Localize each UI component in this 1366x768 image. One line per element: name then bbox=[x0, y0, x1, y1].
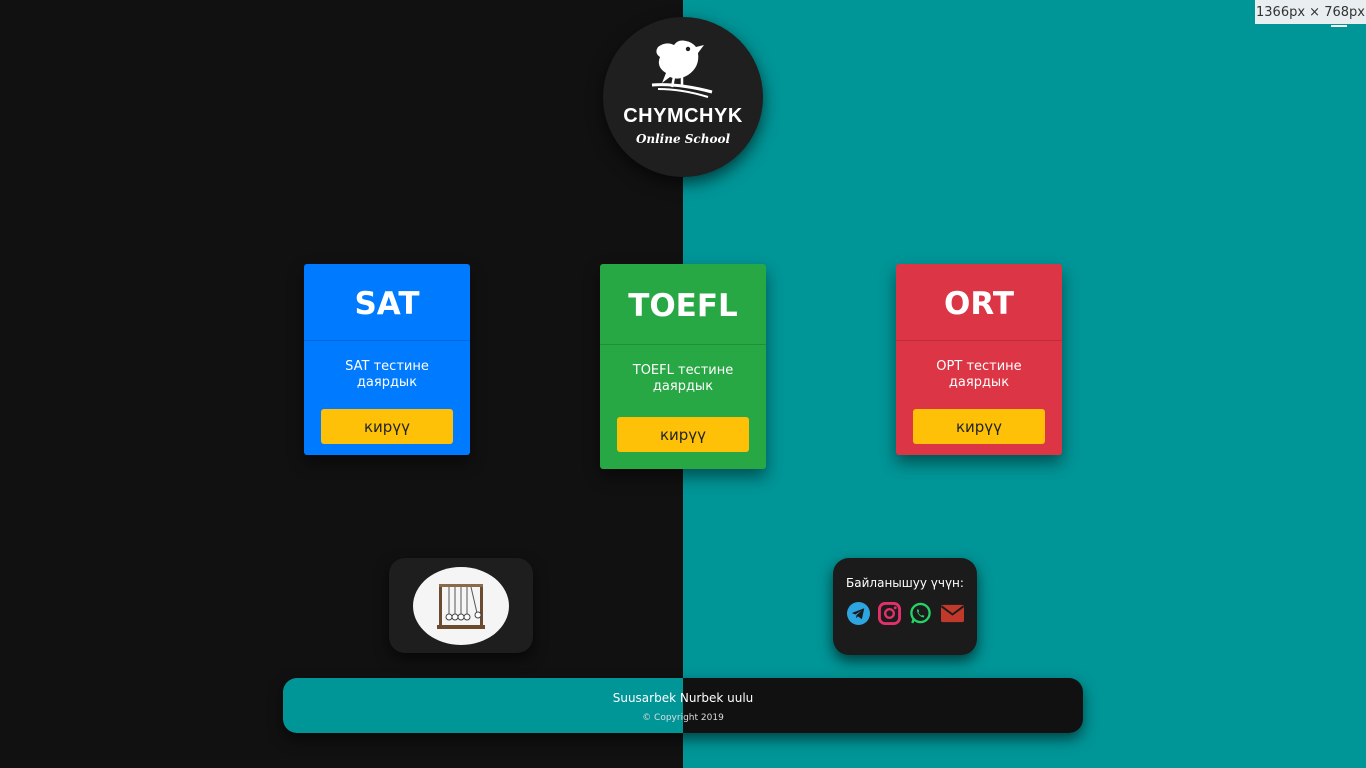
logo-title: CHYMCHYK bbox=[623, 105, 743, 127]
footer-copyright: © Copyright 2019 bbox=[642, 713, 724, 723]
pendulum-circle bbox=[413, 567, 509, 645]
logo[interactable]: CHYMCHYK Online School bbox=[603, 17, 763, 177]
email-icon[interactable] bbox=[940, 602, 965, 625]
footer-author: Suusarbek Nurbek uulu bbox=[612, 691, 754, 705]
pendulum-widget[interactable] bbox=[389, 558, 533, 653]
sat-enter-button[interactable]: кирүү bbox=[321, 409, 453, 444]
card-ort: ORT ОРТ тестине даярдык кирүү bbox=[896, 264, 1062, 455]
newtons-cradle-icon bbox=[437, 584, 485, 629]
menu-icon[interactable] bbox=[1331, 25, 1347, 27]
whatsapp-icon[interactable] bbox=[909, 602, 932, 625]
contact-box: Байланышуу үчүн: bbox=[833, 558, 977, 655]
contact-icons bbox=[833, 602, 977, 625]
bird-icon bbox=[651, 40, 713, 98]
card-title: TOEFL bbox=[600, 264, 766, 345]
viewport-size-badge: 1366px × 768px bbox=[1255, 0, 1366, 24]
card-toefl: TOEFL TOEFL тестине даярдык кирүү bbox=[600, 264, 766, 469]
card-title: SAT bbox=[304, 264, 470, 341]
card-description: SAT тестине даярдык bbox=[345, 359, 429, 390]
card-sat: SAT SAT тестине даярдык кирүү bbox=[304, 264, 470, 455]
logo-subtitle: Online School bbox=[635, 132, 731, 146]
card-body: ОРТ тестине даярдык кирүү bbox=[896, 341, 1062, 444]
card-body: SAT тестине даярдык кирүү bbox=[304, 341, 470, 444]
card-description: TOEFL тестине даярдык bbox=[632, 363, 734, 394]
card-description: ОРТ тестине даярдык bbox=[936, 359, 1022, 390]
footer: Suusarbek Nurbek uulu © Copyright 2019 bbox=[283, 678, 1083, 733]
card-title: ORT bbox=[896, 264, 1062, 341]
ort-enter-button[interactable]: кирүү bbox=[913, 409, 1045, 444]
instagram-icon[interactable] bbox=[878, 602, 901, 625]
telegram-icon[interactable] bbox=[847, 602, 870, 625]
contact-title: Байланышуу үчүн: bbox=[846, 576, 964, 590]
card-body: TOEFL тестине даярдык кирүү bbox=[600, 345, 766, 452]
toefl-enter-button[interactable]: кирүү bbox=[617, 417, 749, 452]
